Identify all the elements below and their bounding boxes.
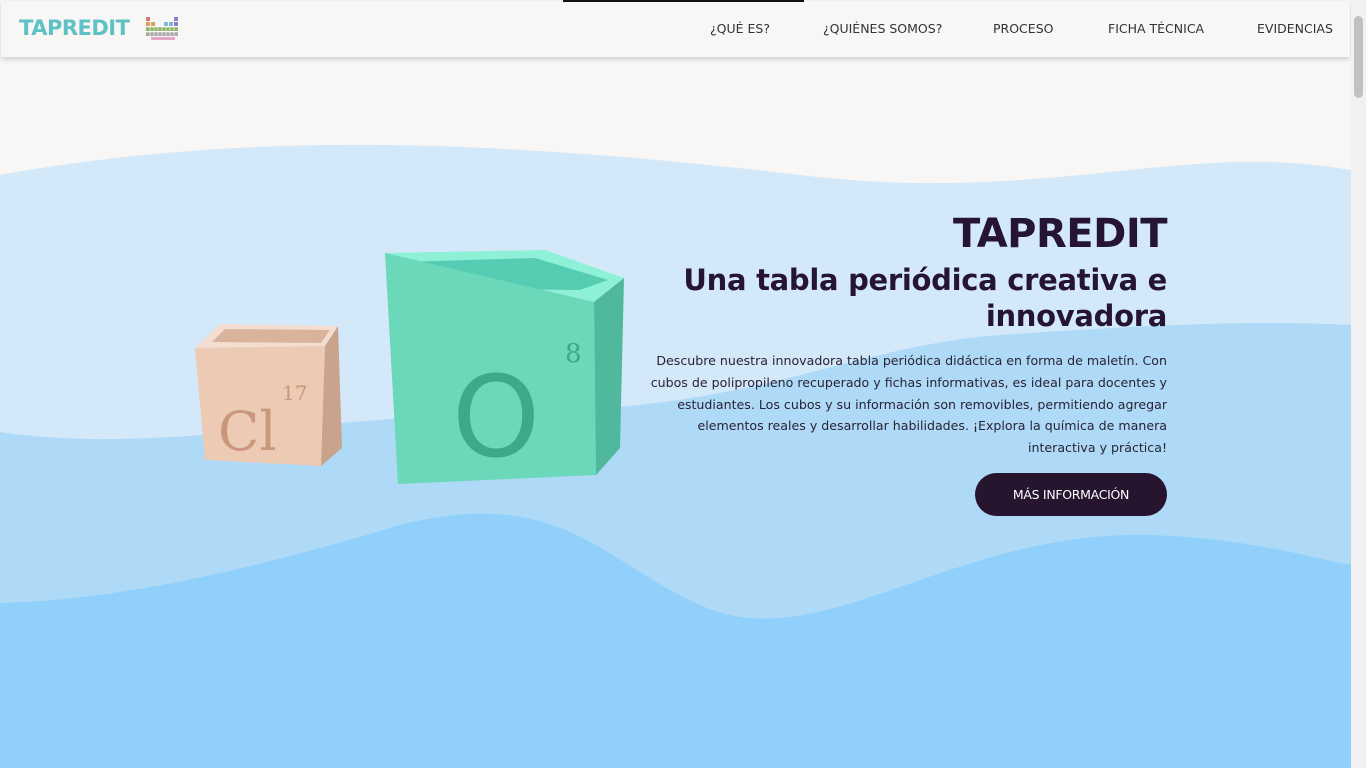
nav-item-ficha-tecnica[interactable]: FICHA TÉCNICA (1108, 21, 1204, 36)
page-scrollbar[interactable] (1351, 0, 1366, 768)
cube-cl-symbol: Cl (218, 400, 277, 463)
scrollbar-thumb[interactable] (1354, 16, 1363, 98)
hero-description: Descubre nuestra innovadora tabla periód… (650, 353, 1167, 456)
cube-cl-number: 17 (282, 381, 307, 405)
hero-subtitle: Una tabla periódica creativa e innovador… (683, 263, 1167, 333)
hero-cubes-image: Cl 17 O 8 (195, 250, 624, 484)
navbar: TAPREDIT ¿QUÉ ES? ¿QUIÉNES SOMOS? PROCES… (1, 1, 1350, 57)
cube-o-number: 8 (565, 339, 582, 369)
brand-name[interactable]: TAPREDIT (19, 16, 130, 40)
nav-item-evidencias[interactable]: EVIDENCIAS (1257, 21, 1333, 36)
periodic-table-icon (146, 17, 179, 40)
cube-o: O 8 (385, 250, 624, 484)
top-edge-strip (563, 0, 804, 2)
nav-item-quienes-somos[interactable]: ¿QUIÉNES SOMOS? (823, 21, 942, 36)
cube-cl: Cl 17 (195, 324, 342, 466)
more-info-button[interactable]: MÁS INFORMACIÓN (975, 472, 1167, 516)
nav-item-que-es[interactable]: ¿QUÉ ES? (710, 21, 770, 36)
hero-title: TAPREDIT (953, 211, 1167, 257)
cube-o-symbol: O (452, 353, 540, 483)
hero-content: TAPREDIT Una tabla periódica creativa e … (647, 210, 1168, 516)
nav-item-proceso[interactable]: PROCESO (993, 21, 1053, 36)
brand[interactable]: TAPREDIT (19, 15, 179, 41)
